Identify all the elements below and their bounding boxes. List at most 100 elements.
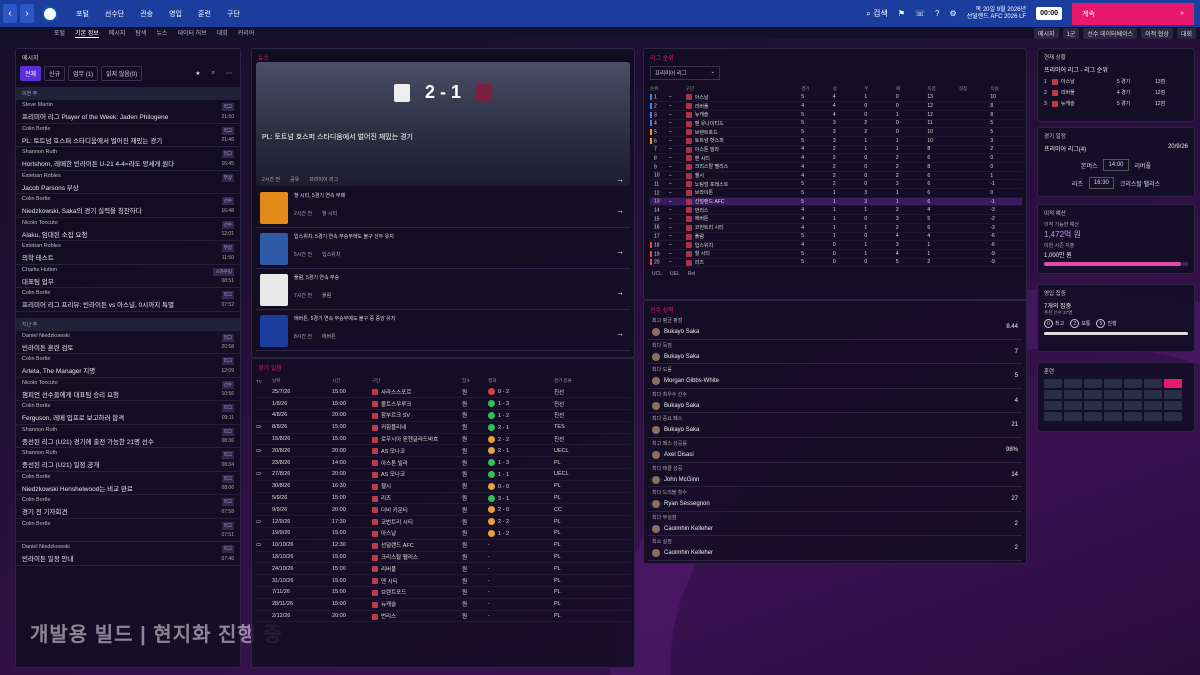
training-slot[interactable] xyxy=(1124,401,1142,410)
stat-row[interactable]: 최다 무실점 Caoimhin Kelleher 2 xyxy=(648,512,1022,537)
fixture-row[interactable]: ▭ 20/8/26 20:00 AS 모나코 원 2 - 1 UECL xyxy=(256,444,630,458)
continue-button[interactable]: 계속 » xyxy=(1072,2,1194,25)
message-item[interactable]: Steve Martin 프리미어 리그 Player of the Week: … xyxy=(16,100,240,124)
fixture-row[interactable]: 23/8/26 14:00 아스톤 빌라 원 1 - 3 PL xyxy=(256,456,630,470)
league-row[interactable]: 17– 풀럼 5 1 0 4 4 -6 xyxy=(650,232,1022,242)
league-select[interactable]: 프리미어 리그 ⌄ xyxy=(650,66,720,80)
training-slot[interactable] xyxy=(1064,379,1082,388)
menu-club[interactable]: 구단 xyxy=(227,9,240,19)
filter-unread[interactable]: 읽지 않음(0) xyxy=(101,66,143,81)
menu-recruitment[interactable]: 영입 xyxy=(169,9,182,19)
filter-new[interactable]: 신규 xyxy=(44,66,66,81)
training-slot[interactable] xyxy=(1144,379,1162,388)
fixture-row[interactable]: 7/11/26 15:00 브렌트포드 원 - PL xyxy=(256,586,630,599)
help-icon[interactable]: ? xyxy=(935,9,939,18)
training-slot[interactable] xyxy=(1064,401,1082,410)
status-row[interactable]: 1 아스날 5 경기 13점 xyxy=(1044,76,1184,87)
arrow-right-icon[interactable]: → xyxy=(616,329,624,338)
tab-news[interactable]: 뉴스 xyxy=(156,28,167,38)
training-slot[interactable] xyxy=(1084,390,1102,399)
first-team-shortcut[interactable]: 1군 xyxy=(1062,27,1080,39)
league-row[interactable]: 9– 크리스탈 팰리스 4 2 0 2 8 0 xyxy=(650,162,1022,172)
tab-portal[interactable]: 포털 xyxy=(54,28,65,38)
bookmark-icon[interactable]: ⚑ xyxy=(898,9,905,18)
message-item[interactable]: Shannon Ruth 중선된 리그 (U21) 일정 공개 리그 08:34 xyxy=(16,448,240,472)
training-slot[interactable] xyxy=(1044,412,1062,421)
training-slot[interactable] xyxy=(1084,401,1102,410)
league-row[interactable]: 3 – 뉴캐슬 5 4 0 1 12 8 xyxy=(650,110,1022,120)
training-slot[interactable] xyxy=(1084,412,1102,421)
fixture-row[interactable]: 25/7/26 15:00 사라스스포르 원 0 - 2 친선 xyxy=(256,386,630,399)
training-slot[interactable] xyxy=(1084,379,1102,388)
menu-training[interactable]: 훈련 xyxy=(198,9,211,19)
message-item[interactable]: Nicolo Toccuto Alaku, 임대된 소집 요청 선수 12:01 xyxy=(16,218,240,241)
fixture-row[interactable]: ▭ 8/8/26 15:00 커힘플리네 원 2 - 1 TES xyxy=(256,421,630,434)
transfer-shortcut[interactable]: 이적 협상 xyxy=(1141,27,1173,39)
fixture-row[interactable]: 9/9/26 20:00 더비 카운티 원 2 - 0 CC xyxy=(256,503,630,517)
status-row[interactable]: 3 뉴캐슬 5 경기 12점 xyxy=(1044,98,1184,109)
fixture-row[interactable]: 5/9/26 15:00 리즈 원 3 - 1 PL xyxy=(256,492,630,505)
arrow-right-icon[interactable]: → xyxy=(616,288,624,297)
more-icon[interactable]: ⋯ xyxy=(222,68,236,79)
tab-overview[interactable]: 기본 정보 xyxy=(75,28,99,38)
tab-messages[interactable]: 메시지 xyxy=(109,28,126,38)
featured-news[interactable]: 2 - 1 PL: 토트넘 호스퍼 스타디움에서 벌어진 재밌는 경기 2시간 … xyxy=(256,62,630,186)
training-slot[interactable] xyxy=(1044,390,1062,399)
league-row[interactable]: 20– 리즈 5 0 0 5 2 -9 xyxy=(650,258,1022,268)
menu-tactics[interactable]: 관숭 xyxy=(140,9,153,19)
training-slot[interactable] xyxy=(1164,379,1182,388)
share-button[interactable]: 공유 xyxy=(290,176,299,183)
league-row[interactable]: 7– 아스톤 빌라 4 2 1 1 8 2 xyxy=(650,145,1022,155)
training-slot[interactable] xyxy=(1064,412,1082,421)
message-item[interactable]: Colin Bortle Arteta, The Manager 지명 리그 12:0… xyxy=(16,354,240,378)
message-item[interactable]: Colin Bortle Niedzkowski Henshelwood는 비교 … xyxy=(16,472,240,495)
message-item[interactable]: Charlie Hutton 대표팀 업무 스카우팅 08:51 xyxy=(16,265,240,288)
stat-row[interactable]: 최다 도움 Morgan Gibbs-White 5 xyxy=(648,364,1022,389)
tab-competitions[interactable]: 대회 xyxy=(217,28,228,38)
fixture-row[interactable]: 4/8/26 20:00 함부르크 SV 원 1 - 2 친선 xyxy=(256,409,630,422)
message-item[interactable]: Shannon Ruth Hortshorn, 레메한 빈라이튼 U-21 4-4… xyxy=(16,147,240,171)
message-item[interactable]: Colin Bortle 경기 전 기자회견 리그 07:58 xyxy=(16,495,240,519)
stat-row[interactable]: 최다 득점 Bukayo Saka 7 xyxy=(648,340,1022,365)
training-slot[interactable] xyxy=(1124,412,1142,421)
training-slot[interactable] xyxy=(1164,412,1182,421)
training-slot[interactable] xyxy=(1164,390,1182,399)
forward-button[interactable]: › xyxy=(20,4,34,23)
training-slot[interactable] xyxy=(1104,379,1122,388)
status-row[interactable]: 2 리버풀 4 경기 12점 xyxy=(1044,87,1184,98)
fixture-widget-row[interactable]: 본머스 14:00 리버풀 xyxy=(1038,159,1194,171)
filter-tasks[interactable]: 업무 (1) xyxy=(68,66,99,81)
arrow-right-icon[interactable]: → xyxy=(616,247,624,256)
fixture-row[interactable]: ▭ 12/9/26 17:30 코번트리 시티 원 2 - 2 PL xyxy=(256,515,630,529)
fixture-row[interactable]: 1/8/26 15:00 볼트스우루크 원 1 - 3 친선 xyxy=(256,397,630,411)
league-row[interactable]: 5– 브렌트포드 5 3 2 0 10 5 xyxy=(650,127,1022,137)
tab-data-hub[interactable]: 데이터 허브 xyxy=(177,28,206,38)
training-slot[interactable] xyxy=(1044,401,1062,410)
tab-explore[interactable]: 탐색 xyxy=(135,28,146,38)
tab-career[interactable]: 커리어 xyxy=(238,28,255,38)
stat-row[interactable]: 최고 패스 성공률 Axel Disasi 98% xyxy=(648,438,1022,463)
training-slot[interactable] xyxy=(1104,390,1122,399)
league-row[interactable]: 1– 아스날 5 4 1 0 13 10 xyxy=(650,93,1022,103)
stat-row[interactable]: 최다 드리블 횟수 Ryan Sessegnon 27 xyxy=(648,487,1022,512)
fixture-row[interactable]: 24/10/26 15:00 리버풀 원 - PL xyxy=(256,562,630,576)
arrow-right-icon[interactable]: → xyxy=(616,175,624,184)
star-icon[interactable]: ★ xyxy=(191,68,204,79)
fixture-row[interactable]: 2/12/26 20:00 번리스 원 - PL xyxy=(256,610,630,623)
fixture-row[interactable]: 18/10/26 15:00 크리스탈 팰리스 원 - PL xyxy=(256,551,630,564)
league-row[interactable]: 2– 리버풀 4 4 0 0 12 8 xyxy=(650,101,1022,111)
league-row[interactable]: 14– 번리스 4 1 1 2 4 -3 xyxy=(650,205,1022,216)
message-item[interactable]: Esteban Robles 의학 테스트 부상 11:50 xyxy=(16,241,240,265)
news-item[interactable]: 입스위치, 5경기 연속 무승부에도 불구 선두 유지 5시간 전 입스위치 → xyxy=(256,229,630,269)
news-item[interactable]: 헐 시티, 5경기 연속 무패 2시간 전 헐 시티 → xyxy=(256,188,630,228)
league-row[interactable]: 12– 브라이튼 5 1 3 1 6 0 xyxy=(650,188,1022,198)
message-item[interactable]: Nicolo Toccuto 챔피언 선수들에게 대표팀 승리 요청 선수 10:56 xyxy=(16,378,240,401)
player-database-shortcut[interactable]: 선수 데이터베이스 xyxy=(1083,27,1138,39)
training-slot[interactable] xyxy=(1144,412,1162,421)
message-item[interactable]: Esteban Robles Jacob Parsons 부상 부상 xyxy=(16,171,240,194)
league-row[interactable]: 11 – 노팅엄 포레스트 5 2 0 3 6 -1 xyxy=(650,179,1022,190)
menu-squad[interactable]: 선수단 xyxy=(105,9,124,19)
news-item[interactable]: 에버튼, 5경기 연속 무승부에도 불구 중 중앙 유지 8시간 전 에버튼 → xyxy=(256,311,630,351)
fixture-row[interactable]: 30/8/26 16:30 첼시 원 0 - 0 PL xyxy=(256,480,630,493)
stat-row[interactable]: 최고 평균 평점 Bukayo Saka 8.44 xyxy=(648,315,1022,340)
